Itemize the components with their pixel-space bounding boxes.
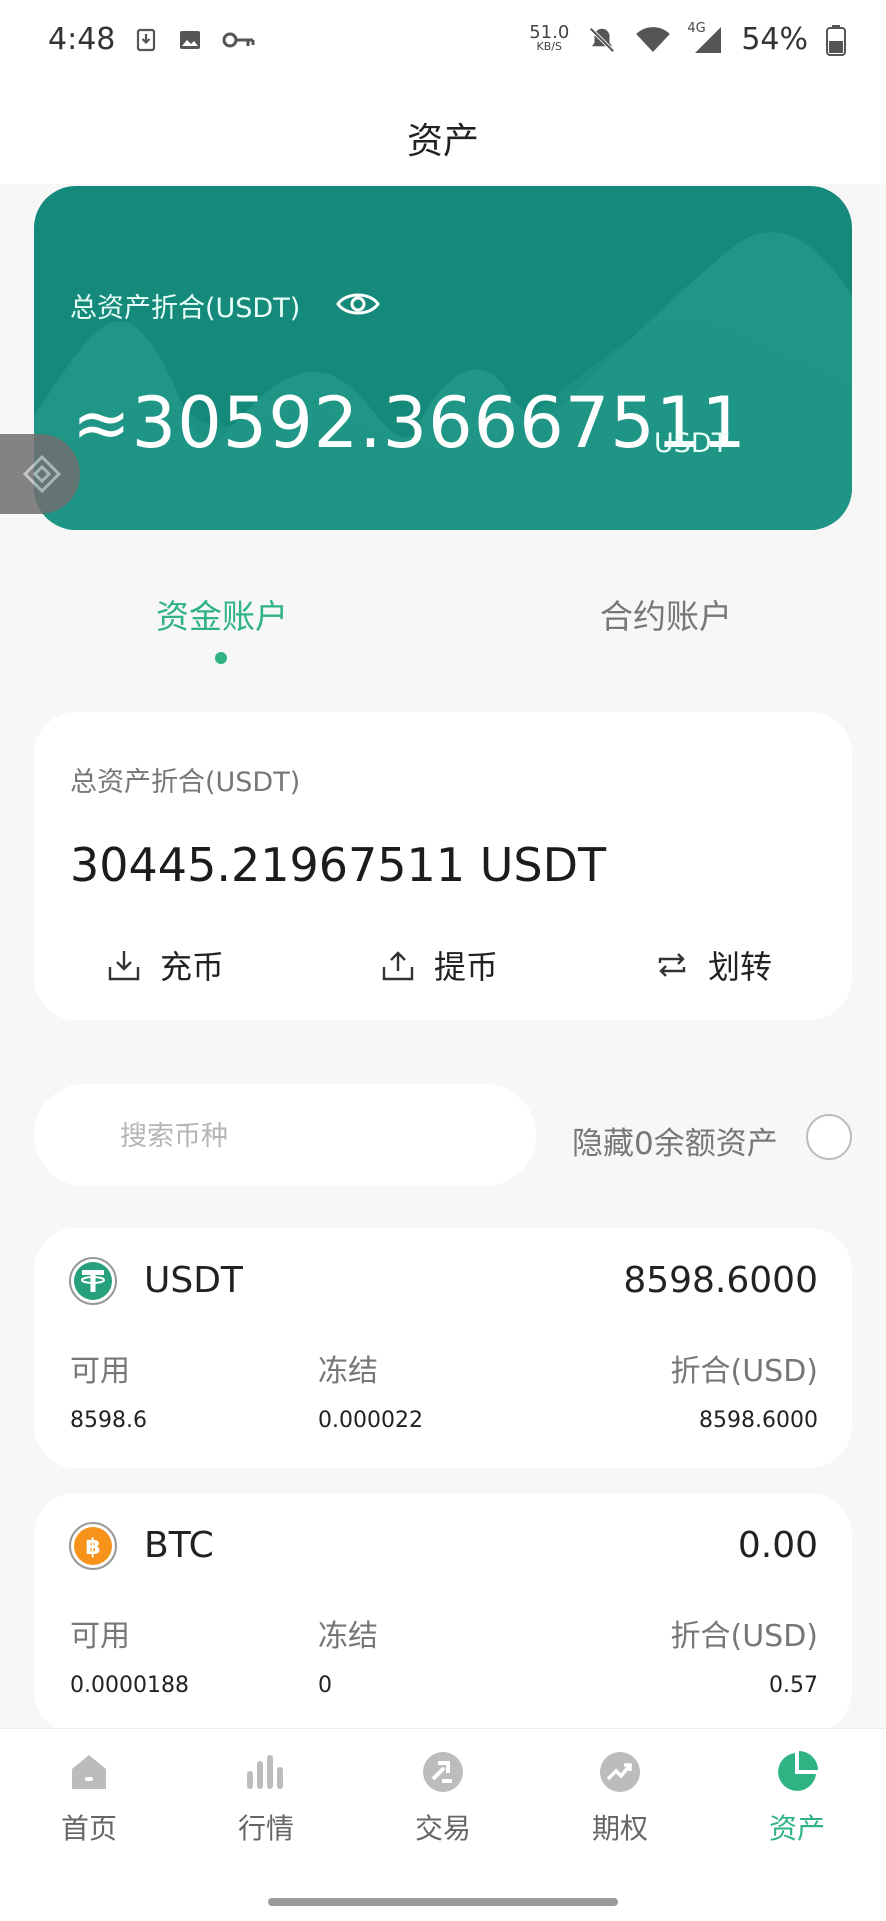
options-icon — [600, 1752, 640, 1792]
nav-options[interactable]: 期权 — [550, 1749, 690, 1869]
account-tabs: 资金账户 合约账户 — [0, 590, 886, 670]
active-tab-indicator — [215, 652, 227, 664]
btc-coin-icon: ฿ — [69, 1522, 117, 1570]
coin-search-input[interactable] — [118, 1110, 502, 1162]
hide-zero-balance-toggle[interactable] — [806, 1114, 852, 1160]
frozen-label: 冻结 — [318, 1354, 378, 1389]
value-usd: 0.57 — [769, 1673, 818, 1698]
total-assets-amount: ≈30592.36667511 — [72, 382, 747, 464]
trade-icon — [423, 1752, 463, 1792]
value-usd-label: 折合(USD) — [670, 1619, 818, 1654]
status-time: 4:48 — [48, 22, 116, 57]
tab-contract-account[interactable]: 合约账户 — [600, 590, 732, 638]
status-right: 51.0 KB/S 4G 54% — [529, 21, 846, 57]
key-notification-icon — [222, 32, 255, 48]
net-speed: 51.0 KB/S — [529, 21, 570, 54]
coin-search — [34, 1084, 536, 1186]
nav-assets-label: 资产 — [768, 1812, 825, 1845]
account-actions: 充币 提币 划转 — [34, 942, 852, 1002]
network-type: 4G — [687, 20, 706, 36]
home-indicator[interactable] — [268, 1898, 618, 1906]
nav-home[interactable]: 首页 — [19, 1749, 159, 1869]
available-label: 可用 — [70, 1619, 130, 1654]
value-usd: 8598.6000 — [699, 1408, 818, 1433]
available-value: 8598.6 — [70, 1408, 147, 1433]
page-title: 资产 — [406, 121, 479, 162]
nav-options-label: 期权 — [591, 1812, 648, 1845]
value-usd-label: 折合(USD) — [670, 1354, 818, 1389]
transfer-label: 划转 — [708, 948, 773, 986]
page-header: 资产 — [0, 84, 886, 184]
coin-card-usdt[interactable]: USDT 8598.6000 可用 冻结 折合(USD) 8598.6 0.00… — [34, 1228, 852, 1468]
withdraw-label: 提币 — [434, 948, 499, 986]
coin-total: 0.00 — [737, 1525, 818, 1566]
withdraw-icon — [382, 951, 414, 981]
nav-market[interactable]: 行情 — [196, 1749, 336, 1869]
nav-market-label: 行情 — [237, 1812, 294, 1845]
image-notification-icon — [180, 31, 200, 49]
coin-card-btc[interactable]: ฿ BTC 0.00 可用 冻结 折合(USD) 0.0000188 0 0.5… — [34, 1493, 852, 1733]
nav-trade[interactable]: 交易 — [373, 1749, 513, 1869]
frozen-value: 0.000022 — [318, 1408, 423, 1433]
bell-off-icon — [589, 26, 615, 53]
nav-home-label: 首页 — [60, 1812, 117, 1845]
available-value: 0.0000188 — [70, 1673, 189, 1698]
hide-zero-balance-label: 隐藏0余额资产 — [572, 1126, 778, 1162]
total-assets-unit: USDT — [654, 428, 729, 459]
funding-account-card: 总资产折合(USDT) 30445.21967511 USDT 充币 提币 划转 — [34, 712, 852, 1020]
nav-assets[interactable]: 资产 — [727, 1749, 867, 1869]
assets-icon — [778, 1751, 818, 1791]
mountain-background — [34, 232, 852, 530]
status-bar: 4:48 51.0 KB/S 4G 54% — [0, 0, 886, 84]
cellular-signal: 4G — [687, 21, 723, 55]
deposit-button[interactable]: 充币 — [106, 942, 224, 988]
usdt-coin-icon — [69, 1257, 117, 1305]
battery-percent: 54% — [741, 22, 808, 57]
available-label: 可用 — [70, 1354, 130, 1389]
home-icon — [72, 1755, 106, 1789]
binance-logo-icon — [22, 454, 62, 494]
tab-funding-account[interactable]: 资金账户 — [156, 590, 288, 638]
frozen-value: 0 — [318, 1673, 332, 1698]
battery-icon — [826, 24, 846, 56]
total-assets-card: 总资产折合(USDT) ≈30592.36667511 USDT — [34, 186, 852, 530]
market-icon — [247, 1755, 283, 1789]
download-notification-icon — [136, 28, 156, 52]
account-total-amount: 30445.21967511 USDT — [70, 838, 607, 892]
deposit-label: 充币 — [160, 948, 225, 986]
frozen-label: 冻结 — [318, 1619, 378, 1654]
nav-trade-label: 交易 — [414, 1812, 471, 1845]
floating-assistant-button[interactable] — [0, 434, 80, 514]
wifi-icon — [636, 26, 671, 52]
bottom-navigation: 首页 行情 交易 期权 资产 — [0, 1728, 886, 1921]
coin-name: USDT — [144, 1260, 243, 1301]
deposit-icon — [108, 951, 140, 981]
transfer-icon — [658, 953, 686, 977]
withdraw-button[interactable]: 提币 — [380, 942, 498, 988]
transfer-button[interactable]: 划转 — [654, 942, 772, 988]
svg-text:฿: ฿ — [85, 1535, 100, 1560]
coin-name: BTC — [144, 1525, 214, 1566]
eye-icon[interactable] — [334, 284, 382, 324]
net-speed-value: 51.0 — [529, 21, 570, 43]
account-total-label: 总资产折合(USDT) — [70, 767, 301, 798]
total-assets-label: 总资产折合(USDT) — [70, 293, 301, 324]
coin-total: 8598.6000 — [623, 1260, 818, 1301]
